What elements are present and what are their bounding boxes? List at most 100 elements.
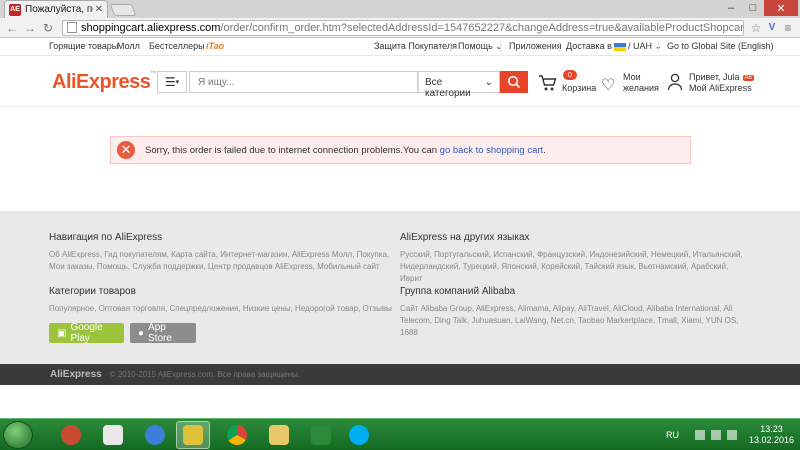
category-select[interactable]: Все категории ⌄ — [418, 71, 500, 99]
aliexpress-favicon-icon: AE — [9, 3, 21, 16]
footer-lang-title: AliExpress на других языках — [400, 232, 530, 243]
account-badge: A6 — [742, 74, 754, 81]
language-indicator[interactable]: RU — [666, 430, 679, 440]
nav-buyer-protection[interactable]: Защита Покупателя — [374, 41, 457, 51]
nav-help-label: Помощь — [458, 41, 493, 51]
footer-categories: Категории товаров Популярное, Оптовая то… — [49, 286, 399, 315]
google-play-button[interactable]: ▣ Google Play — [49, 322, 124, 344]
minimize-icon[interactable]: – — [720, 0, 742, 16]
page-icon — [67, 22, 77, 33]
divider — [658, 42, 659, 52]
divider — [500, 42, 501, 52]
forward-arrow-icon[interactable]: → — [22, 20, 38, 36]
taskbar-winamp-icon[interactable] — [176, 421, 210, 449]
site-header: AliExpress™ ☰▾ Все категории⌄ 0 Корзина … — [0, 57, 800, 107]
reload-icon[interactable]: ↻ — [40, 20, 56, 36]
footer-group-links[interactable]: Сайт Alibaba Group, AliExpress, Alimama,… — [400, 303, 750, 339]
copyright-logo: AliExpress — [50, 369, 102, 380]
nav-mall[interactable]: Молл — [117, 41, 140, 51]
wishlist-label: Мои желания — [623, 72, 659, 94]
cart-button[interactable]: 0 Корзина — [538, 70, 597, 96]
taskbar-explorer-icon[interactable] — [262, 421, 296, 449]
error-message: Sorry, this order is failed due to inter… — [145, 145, 546, 156]
footer-lang-links[interactable]: Русский, Португальский, Испанский, Франц… — [400, 249, 750, 285]
browser-menu-icon[interactable]: ≡ — [780, 20, 796, 36]
network-icon[interactable] — [710, 430, 721, 440]
start-button[interactable] — [3, 421, 33, 449]
cart-label: Корзина — [562, 83, 597, 93]
window-close-icon[interactable]: ✕ — [764, 0, 798, 16]
tab-close-icon[interactable]: ✕ — [95, 4, 103, 15]
account-menu[interactable]: Привет, Jula A6 Мой AliExpress — [665, 70, 755, 96]
maximize-icon[interactable]: □ — [742, 0, 764, 16]
tray-arrow-icon[interactable] — [694, 430, 705, 440]
url-host: shoppingcart.aliexpress.com — [81, 21, 221, 34]
search-button[interactable] — [500, 71, 528, 93]
hamburger-icon: ☰ — [164, 75, 176, 89]
footer-nav-links[interactable]: Об AliExpress, Гид покупателям, Карта са… — [49, 249, 399, 273]
apple-icon: ● — [138, 327, 145, 339]
divider — [559, 42, 560, 52]
new-tab-button[interactable] — [109, 4, 137, 16]
nav-hot-deals[interactable]: Горящие товары — [49, 41, 118, 51]
footer-group-title: Группа компаний Alibaba — [400, 286, 516, 297]
footer-cat-links[interactable]: Популярное, Оптовая торговля, Спецпредло… — [49, 303, 399, 315]
clock-date: 13.02.2016 — [748, 435, 794, 445]
clock-time: 13:23 — [760, 424, 783, 434]
bookmark-star-icon[interactable]: ☆ — [748, 20, 764, 36]
trademark-icon: ™ — [150, 71, 156, 77]
search-input[interactable] — [189, 71, 418, 93]
system-tray: RU 13:23 13.02.2016 — [666, 423, 794, 447]
footer-cat-title: Категории товаров — [49, 286, 136, 297]
app-store-label: App Store — [148, 322, 172, 344]
nav-global-site[interactable]: Go to Global Site (English) — [667, 41, 774, 51]
app-store-button[interactable]: ● App Store — [130, 322, 196, 344]
taskbar-chrome-icon[interactable] — [220, 421, 254, 449]
app-store-buttons: ▣ Google Play ● App Store — [49, 322, 196, 344]
nav-itao[interactable]: iTao — [206, 41, 224, 51]
user-icon — [667, 73, 683, 91]
my-aliexpress-link[interactable]: Мой AliExpress — [689, 83, 752, 93]
top-navigation: Горящие товары Молл Бестселлеры iTao Защ… — [0, 38, 800, 56]
volume-icon[interactable] — [726, 430, 737, 440]
account-greeting: Привет, Jula A6 — [689, 72, 754, 82]
greeting-text: Привет, Jula — [689, 72, 740, 82]
wishlist-button[interactable]: ♡ Мои желания — [601, 70, 661, 96]
chevron-down-icon: ⌄ — [484, 77, 493, 88]
copyright-bar: AliExpress © 2010-2015 AliExpress.com. В… — [0, 364, 800, 385]
android-icon: ▣ — [57, 327, 67, 339]
wishlist-line1: Мои — [623, 72, 641, 82]
taskbar-app2-icon[interactable] — [304, 421, 338, 449]
translate-extension-icon[interactable]: V — [764, 20, 780, 36]
aliexpress-logo[interactable]: AliExpress™ — [52, 71, 156, 94]
back-arrow-icon[interactable]: ← — [4, 20, 20, 36]
taskbar-ccleaner-icon[interactable] — [54, 421, 88, 449]
category-menu-button[interactable]: ☰ ▾ — [157, 71, 187, 93]
taskbar-b-app-icon[interactable] — [138, 421, 172, 449]
taskbar-skype-icon[interactable] — [342, 421, 376, 449]
back-to-cart-link[interactable]: go back to shopping cart — [440, 145, 544, 156]
url-path: /order/confirm_order.htm?selectedAddress… — [220, 21, 744, 34]
nav-help[interactable]: Помощь ⌄ — [458, 41, 503, 52]
tab-title: Пожалуйста, подтве — [25, 4, 93, 15]
footer-alibaba-group: Группа компаний Alibaba Сайт Alibaba Gro… — [400, 286, 750, 339]
ukraine-flag-icon — [613, 42, 626, 51]
nav-delivery[interactable]: Доставка в/ UAH ⌄ — [566, 41, 662, 52]
url-input[interactable]: shoppingcart.aliexpress.com/order/confir… — [62, 19, 744, 36]
taskbar-app-icon[interactable] — [96, 421, 130, 449]
browser-tab[interactable]: AE Пожалуйста, подтве ✕ — [4, 0, 108, 18]
error-message-text: Sorry, this order is failed due to inter… — [145, 144, 440, 156]
category-select-value: Все категории — [425, 77, 471, 99]
footer-languages: AliExpress на других языках Русский, Пор… — [400, 232, 750, 285]
clock[interactable]: 13:23 13.02.2016 — [749, 424, 794, 446]
divider — [450, 42, 451, 52]
wishlist-line2: желания — [623, 83, 659, 93]
nav-bestsellers[interactable]: Бестселлеры — [149, 41, 205, 51]
site-footer: Навигация по AliExpress Об AliExpress, Г… — [0, 211, 800, 364]
cart-count-badge: 0 — [563, 70, 577, 80]
footer-navigation: Навигация по AliExpress Об AliExpress, Г… — [49, 232, 399, 273]
error-message-end: . — [543, 144, 546, 156]
error-x-icon: ✕ — [117, 141, 135, 159]
nav-apps[interactable]: Приложения — [509, 41, 562, 51]
delivery-label: Доставка в — [566, 41, 612, 51]
